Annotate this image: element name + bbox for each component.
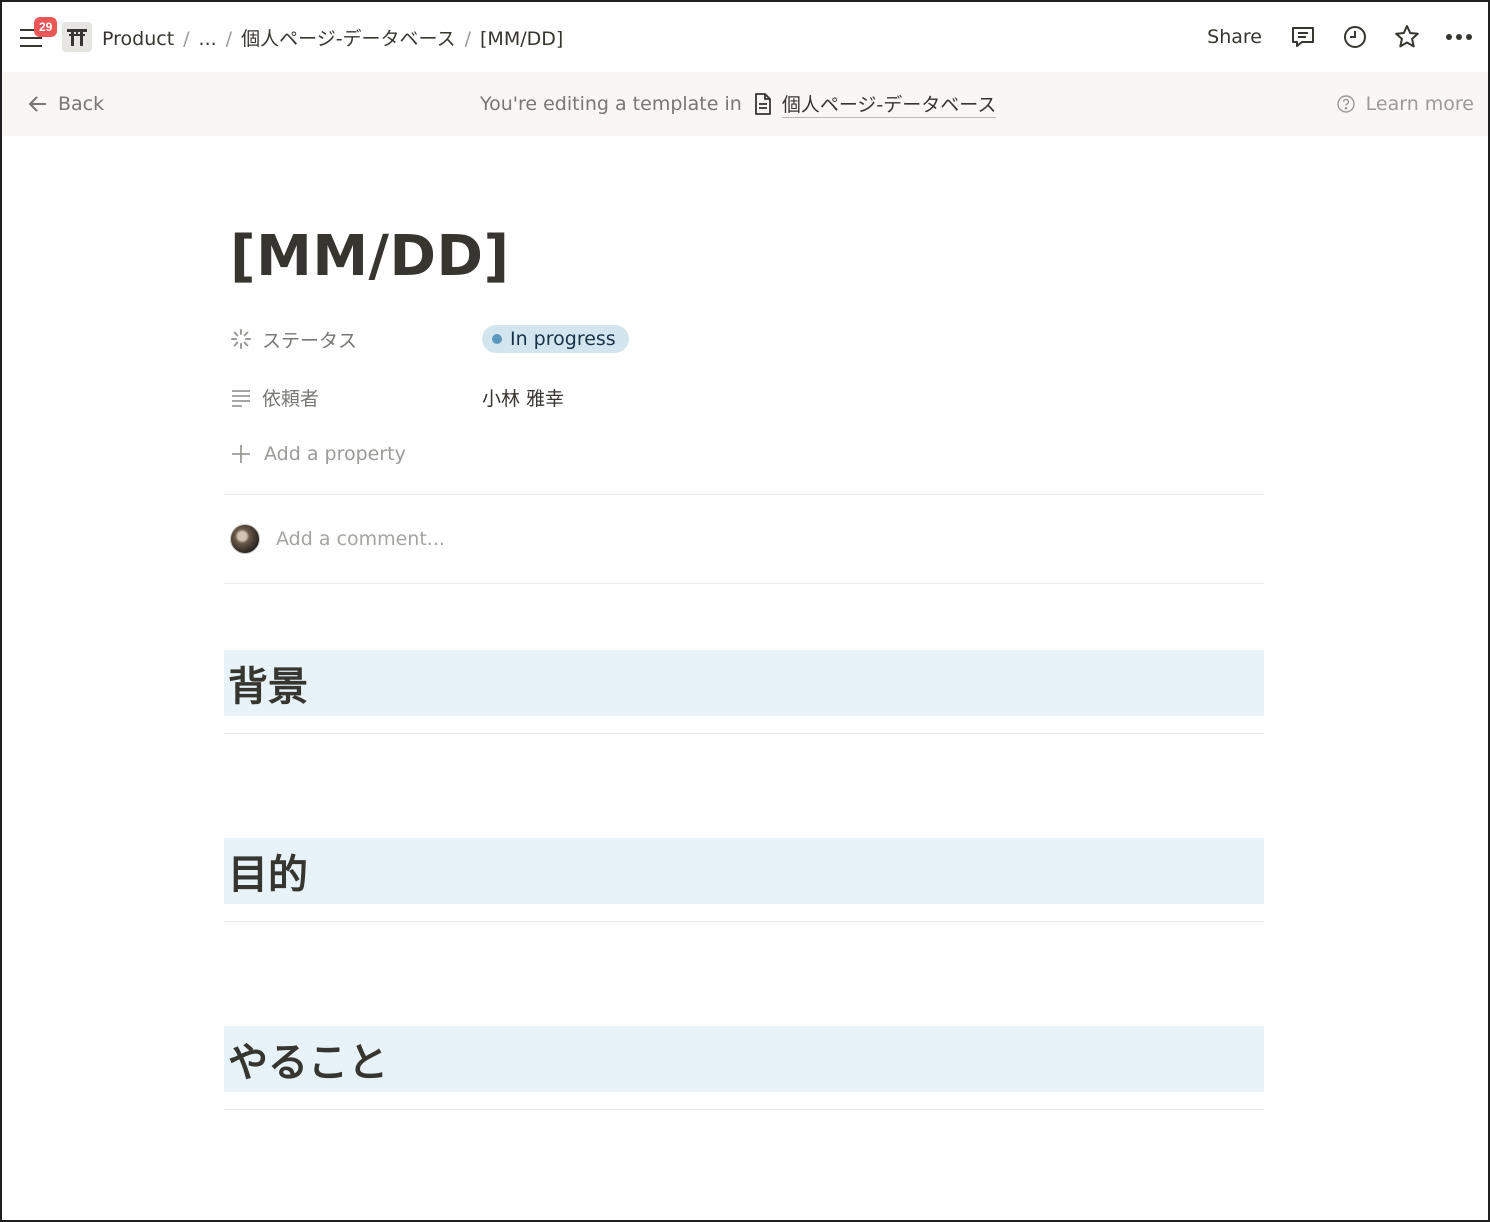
window: 29 Product /... / 個人ページ-データベース / [MM/DD] Shar… (0, 0, 1490, 1222)
top-bar: 29 Product /... / 個人ページ-データベース / [MM/DD] Shar… (2, 2, 1488, 72)
template-notice-text: You're editing a template in (480, 93, 742, 115)
property-label-text: 依頼者 (262, 387, 320, 410)
heading-purpose[interactable]: 目的 (224, 838, 1264, 904)
status-dot (492, 334, 502, 344)
comment-composer: Add a comment... (224, 495, 1264, 583)
property-value-requester[interactable]: 小林 雅幸 (482, 384, 564, 411)
notification-badge: 29 (34, 17, 58, 37)
torii-icon[interactable] (62, 22, 92, 52)
breadcrumb-separator: / (464, 27, 472, 50)
arrow-left-icon (28, 96, 46, 112)
avatar (230, 524, 260, 554)
text-lines-icon (232, 390, 250, 407)
page-content: [MM/DD] ステータス In progress 依頼者 小林 雅幸 Add … (224, 136, 1264, 1110)
breadcrumb-item-product[interactable]: Product (100, 26, 176, 52)
share-button[interactable]: Share (1207, 26, 1262, 48)
property-list: ステータス In progress 依頼者 小林 雅幸 Add a proper… (230, 310, 1264, 482)
breadcrumb-item-current-page[interactable]: [MM/DD] (478, 26, 565, 52)
sidebar-menu-button[interactable]: 29 (20, 17, 58, 51)
status-pill-label: In progress (510, 328, 616, 350)
comment-input[interactable]: Add a comment... (276, 528, 445, 550)
heading-divider (224, 1109, 1264, 1110)
plus-icon (232, 445, 250, 463)
property-label-status[interactable]: ステータス (230, 326, 482, 353)
more-options-icon[interactable] (1444, 22, 1474, 52)
comments-icon[interactable] (1288, 22, 1318, 52)
database-link[interactable]: 個人ページ-データベース (752, 90, 997, 118)
help-circle-icon (1336, 95, 1355, 113)
topbar-actions: Share (1207, 22, 1474, 52)
learn-more-label: Learn more (1365, 93, 1474, 115)
add-property-button[interactable]: Add a property (230, 426, 1264, 482)
template-banner: Back You're editing a template in 個人ページ-… (2, 72, 1488, 136)
heading-todo[interactable]: やること (224, 1026, 1264, 1092)
page-icon (754, 93, 771, 115)
back-button[interactable]: Back (26, 92, 104, 116)
property-value-status[interactable]: In progress (482, 325, 629, 353)
property-label-requester[interactable]: 依頼者 (230, 384, 482, 411)
heading-background[interactable]: 背景 (224, 650, 1264, 716)
breadcrumb-separator: / (183, 27, 190, 50)
learn-more-link[interactable]: Learn more (1336, 93, 1474, 115)
page-title[interactable]: [MM/DD] (230, 222, 1264, 292)
property-row-requester: 依頼者 小林 雅幸 (230, 368, 1264, 426)
add-property-label: Add a property (264, 443, 406, 465)
clock-icon[interactable] (1340, 22, 1370, 52)
template-notice: You're editing a template in 個人ページ-データベー… (480, 90, 997, 118)
star-icon[interactable] (1392, 22, 1422, 52)
status-pill[interactable]: In progress (482, 325, 629, 353)
breadcrumb: Product /... / 個人ページ-データベース / [MM/DD] (100, 24, 565, 51)
back-label: Back (58, 93, 105, 115)
property-row-status: ステータス In progress (230, 310, 1264, 368)
status-icon (231, 329, 251, 349)
breadcrumb-item-database[interactable]: 個人ページ-データベース (239, 26, 458, 52)
property-label-text: ステータス (262, 329, 358, 352)
breadcrumb-separator: / (225, 27, 233, 50)
breadcrumb-item-ellipsis[interactable]: ... (197, 26, 219, 52)
database-link-label: 個人ページ-データベース (781, 90, 997, 118)
